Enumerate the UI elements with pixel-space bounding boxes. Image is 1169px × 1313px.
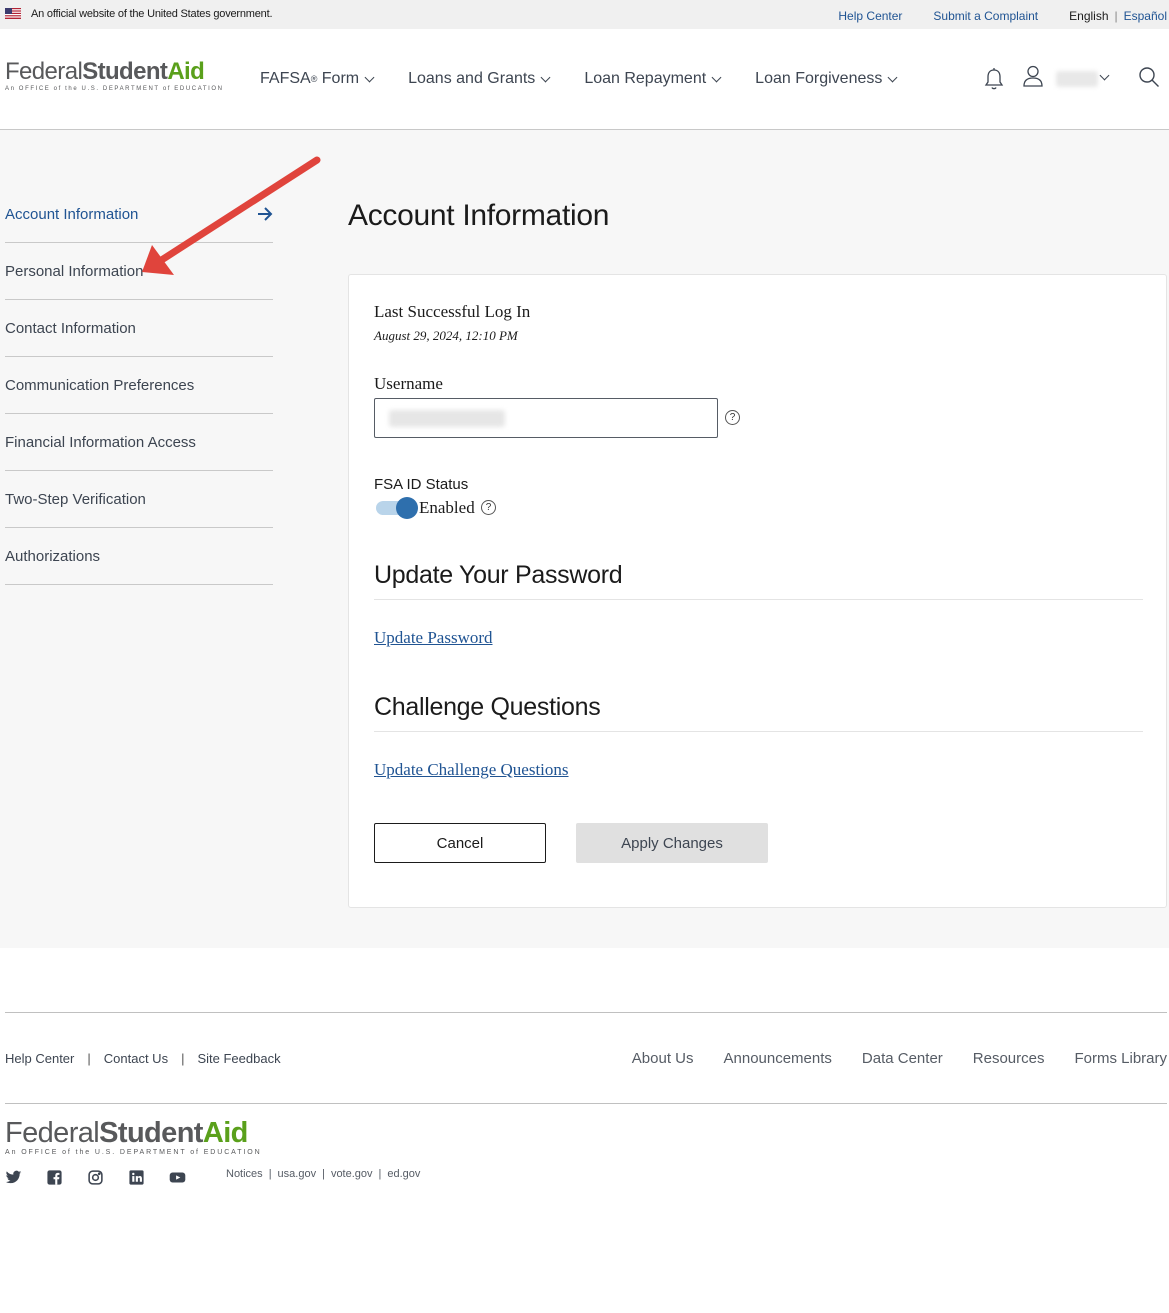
nav-loans-and-grants[interactable]: Loans and Grants	[408, 70, 551, 88]
update-challenge-questions-link[interactable]: Update Challenge Questions	[374, 760, 569, 780]
gov-banner-text: An official website of the United States…	[31, 8, 273, 20]
usa-gov-link[interactable]: usa.gov	[278, 1168, 317, 1180]
social-links	[5, 1169, 210, 1186]
gov-banner: An official website of the United States…	[0, 0, 1169, 29]
footer-nav-links: About Us Announcements Data Center Resou…	[602, 1050, 1167, 1067]
instagram-icon[interactable]	[87, 1169, 104, 1186]
search-icon[interactable]	[1138, 66, 1160, 88]
fsa-status-value: Enabled	[419, 498, 475, 517]
page-title: Account Information	[348, 199, 610, 232]
language-espanol-link[interactable]: Español	[1124, 9, 1167, 23]
account-info-card: Last Successful Log In August 29, 2024, …	[348, 274, 1167, 908]
challenge-section-title: Challenge Questions	[374, 693, 601, 721]
chevron-down-icon[interactable]	[1099, 70, 1110, 81]
chevron-down-icon	[364, 72, 375, 82]
footer-resources-link[interactable]: Resources	[973, 1050, 1045, 1067]
update-password-link[interactable]: Update Password	[374, 628, 493, 648]
footer-site-feedback-link[interactable]: Site Feedback	[197, 1051, 280, 1066]
footer-help-center-link[interactable]: Help Center	[5, 1051, 74, 1066]
sidebar-item-authorizations[interactable]: Authorizations	[5, 528, 273, 585]
ed-gov-link[interactable]: ed.gov	[387, 1168, 420, 1180]
last-login-value: August 29, 2024, 12:10 PM	[374, 328, 518, 343]
fsa-logo[interactable]: FederalStudentAid An OFFICE of the U.S. …	[5, 58, 224, 93]
facebook-icon[interactable]	[46, 1169, 63, 1186]
chevron-down-icon	[887, 72, 898, 82]
toggle-knob	[396, 497, 418, 519]
footer-separator: |	[87, 1051, 91, 1066]
footer-announcements-link[interactable]: Announcements	[724, 1050, 832, 1067]
username-value-redacted	[389, 410, 505, 427]
footer-forms-library-link[interactable]: Forms Library	[1074, 1050, 1167, 1067]
twitter-icon[interactable]	[5, 1169, 22, 1186]
footer-utility-links: Help Center | Contact Us | Site Feedback	[5, 1051, 281, 1066]
help-icon[interactable]: ?	[481, 500, 496, 515]
footer-about-us-link[interactable]: About Us	[632, 1050, 694, 1067]
fsa-status-toggle[interactable]	[376, 497, 418, 519]
footer-legal-links: Notices | usa.gov | vote.gov | ed.gov	[226, 1168, 420, 1180]
sidebar-item-communication-preferences[interactable]: Communication Preferences	[5, 357, 273, 414]
footer-divider	[5, 1103, 1167, 1104]
username-label: Username	[374, 374, 443, 393]
footer-separator: |	[322, 1168, 325, 1180]
nav-fafsa-form[interactable]: FAFSA ® Form	[260, 70, 375, 88]
sidebar-item-contact-information[interactable]: Contact Information	[5, 300, 273, 357]
bell-icon[interactable]	[983, 67, 1005, 91]
top-help-center-link[interactable]: Help Center	[838, 9, 902, 23]
password-section-title: Update Your Password	[374, 561, 623, 589]
footer-contact-us-link[interactable]: Contact Us	[104, 1051, 168, 1066]
apply-changes-button[interactable]: Apply Changes	[576, 823, 768, 863]
notices-link[interactable]: Notices	[226, 1168, 263, 1180]
footer-separator: |	[268, 1168, 272, 1180]
nav-loan-repayment[interactable]: Loan Repayment	[584, 70, 722, 88]
sidebar-item-financial-information-access[interactable]: Financial Information Access	[5, 414, 273, 471]
nav-loan-forgiveness[interactable]: Loan Forgiveness	[755, 70, 898, 88]
fsa-status-label: FSA ID Status	[374, 476, 469, 493]
help-icon[interactable]: ?	[725, 410, 740, 425]
cancel-button[interactable]: Cancel	[374, 823, 546, 863]
us-flag-icon	[5, 8, 21, 19]
site-header: FederalStudentAid An OFFICE of the U.S. …	[0, 29, 1169, 130]
footer-logo-subtitle: An OFFICE of the U.S. DEPARTMENT of EDUC…	[5, 1149, 262, 1156]
footer-divider	[5, 1012, 1167, 1013]
logo-subtitle: An OFFICE of the U.S. DEPARTMENT of EDUC…	[5, 86, 224, 92]
chevron-down-icon	[540, 72, 551, 82]
vote-gov-link[interactable]: vote.gov	[331, 1168, 373, 1180]
submit-complaint-link[interactable]: Submit a Complaint	[933, 9, 1038, 23]
username-field[interactable]	[374, 398, 718, 438]
user-name-redacted[interactable]	[1056, 71, 1098, 87]
section-divider	[374, 599, 1143, 600]
user-icon[interactable]	[1023, 65, 1043, 87]
main-nav: FAFSA ® Form Loans and Grants Loan Repaym…	[260, 70, 931, 88]
language-english[interactable]: English	[1069, 9, 1108, 23]
annotation-arrow	[142, 156, 321, 275]
gov-links: Help Center Submit a Complaint English |…	[807, 9, 1167, 23]
footer-separator: |	[378, 1168, 382, 1180]
footer-data-center-link[interactable]: Data Center	[862, 1050, 943, 1067]
language-separator: |	[1114, 9, 1118, 23]
chevron-down-icon	[711, 72, 722, 82]
footer-fsa-logo[interactable]: FederalStudentAid An OFFICE of the U.S. …	[5, 1117, 262, 1157]
footer-separator: |	[181, 1051, 185, 1066]
linkedin-icon[interactable]	[128, 1169, 145, 1186]
sidebar-item-two-step-verification[interactable]: Two-Step Verification	[5, 471, 273, 528]
footer-logo-wordmark: FederalStudentAid	[5, 1117, 248, 1149]
youtube-icon[interactable]	[169, 1169, 186, 1186]
section-divider	[374, 731, 1143, 732]
logo-wordmark: FederalStudentAid	[5, 58, 205, 85]
last-login-label: Last Successful Log In	[374, 302, 531, 321]
